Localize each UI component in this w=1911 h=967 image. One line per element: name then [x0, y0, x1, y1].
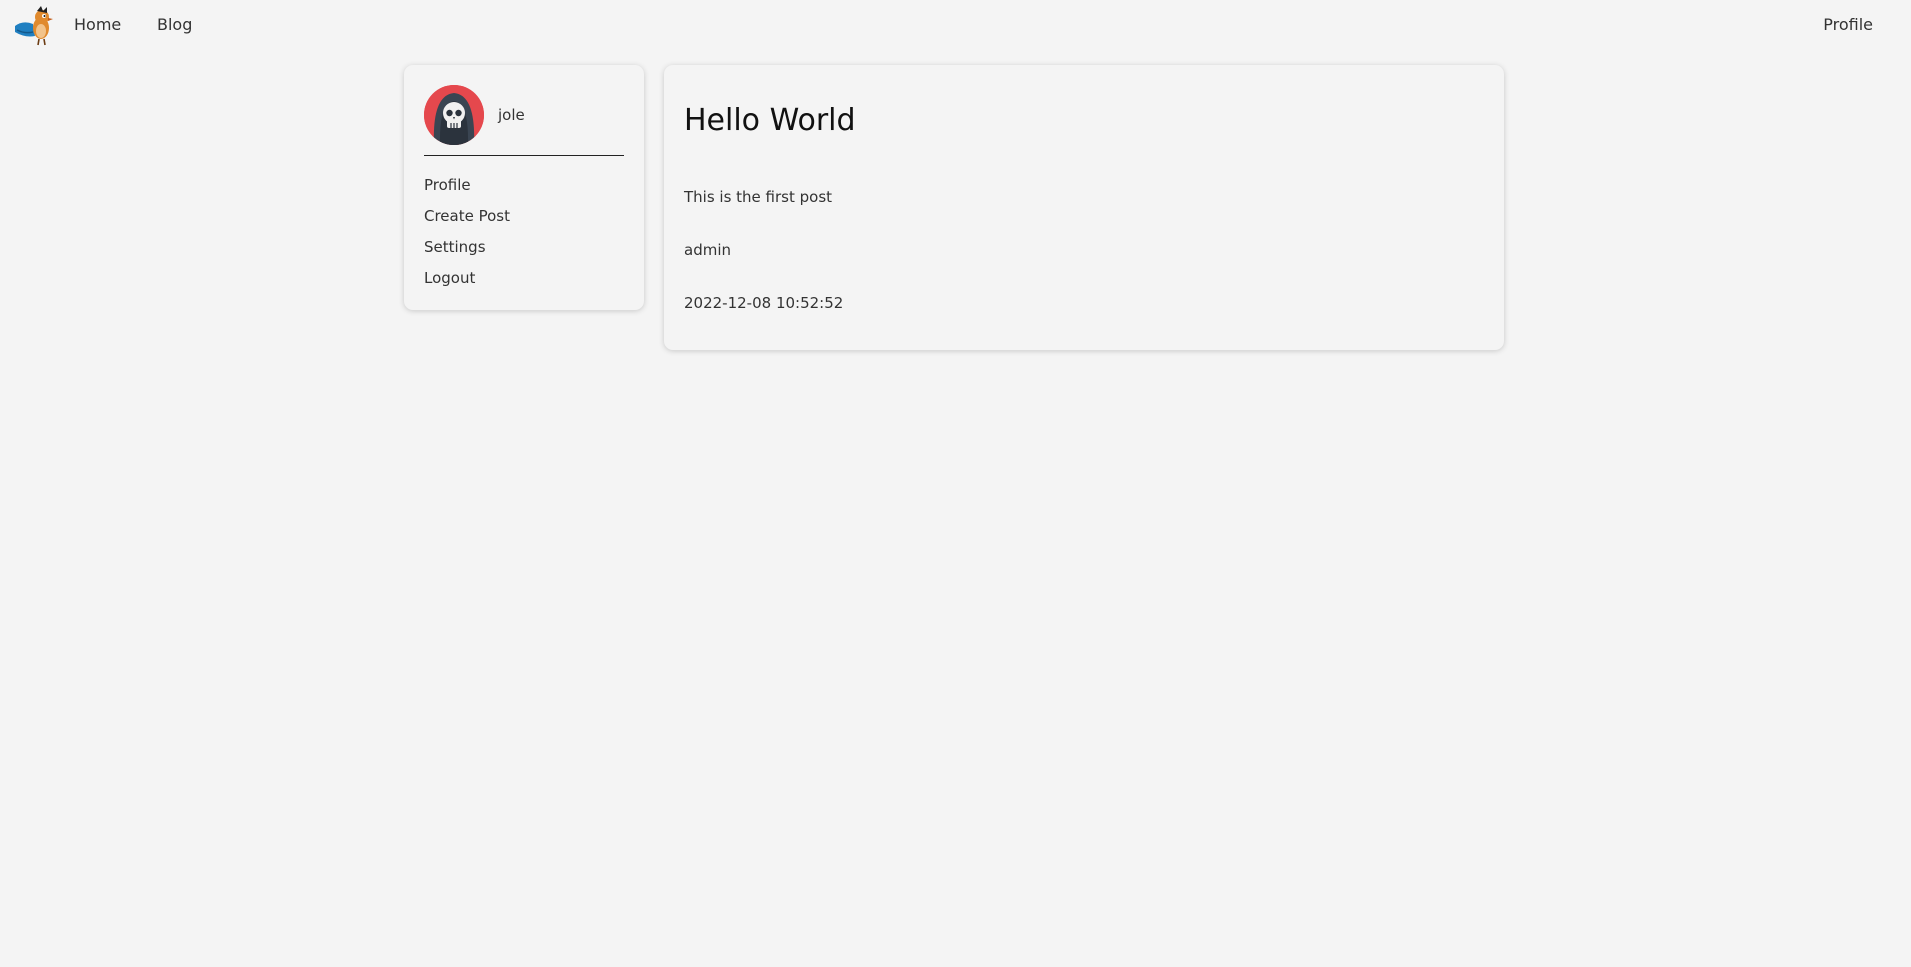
sidebar-item-logout[interactable]: Logout — [424, 263, 624, 294]
sidebar-menu: Profile Create Post Settings Logout — [424, 170, 624, 294]
post-author: admin — [684, 241, 731, 259]
username: jole — [498, 106, 525, 124]
post-title: Hello World — [684, 103, 856, 138]
sidebar-item-create-post[interactable]: Create Post — [424, 201, 624, 232]
nav-profile-link[interactable]: Profile — [1823, 15, 1873, 34]
user-info: jole — [424, 85, 624, 145]
nav-blog-link[interactable]: Blog — [157, 15, 192, 34]
skull-avatar-icon — [424, 85, 484, 145]
post-card: Hello World This is the first post admin… — [664, 65, 1504, 350]
top-navbar: Home Blog Profile — [0, 0, 1911, 52]
user-sidebar-card: jole Profile Create Post Settings Logout — [404, 65, 644, 310]
nav-home-link[interactable]: Home — [74, 15, 121, 34]
sidebar-divider — [424, 155, 624, 156]
post-body: This is the first post — [684, 188, 833, 206]
post-date: 2022-12-08 10:52:52 — [684, 294, 844, 312]
sidebar-item-profile[interactable]: Profile — [424, 170, 624, 201]
sidebar-item-settings[interactable]: Settings — [424, 232, 624, 263]
bird-mascot-icon[interactable] — [13, 6, 55, 46]
